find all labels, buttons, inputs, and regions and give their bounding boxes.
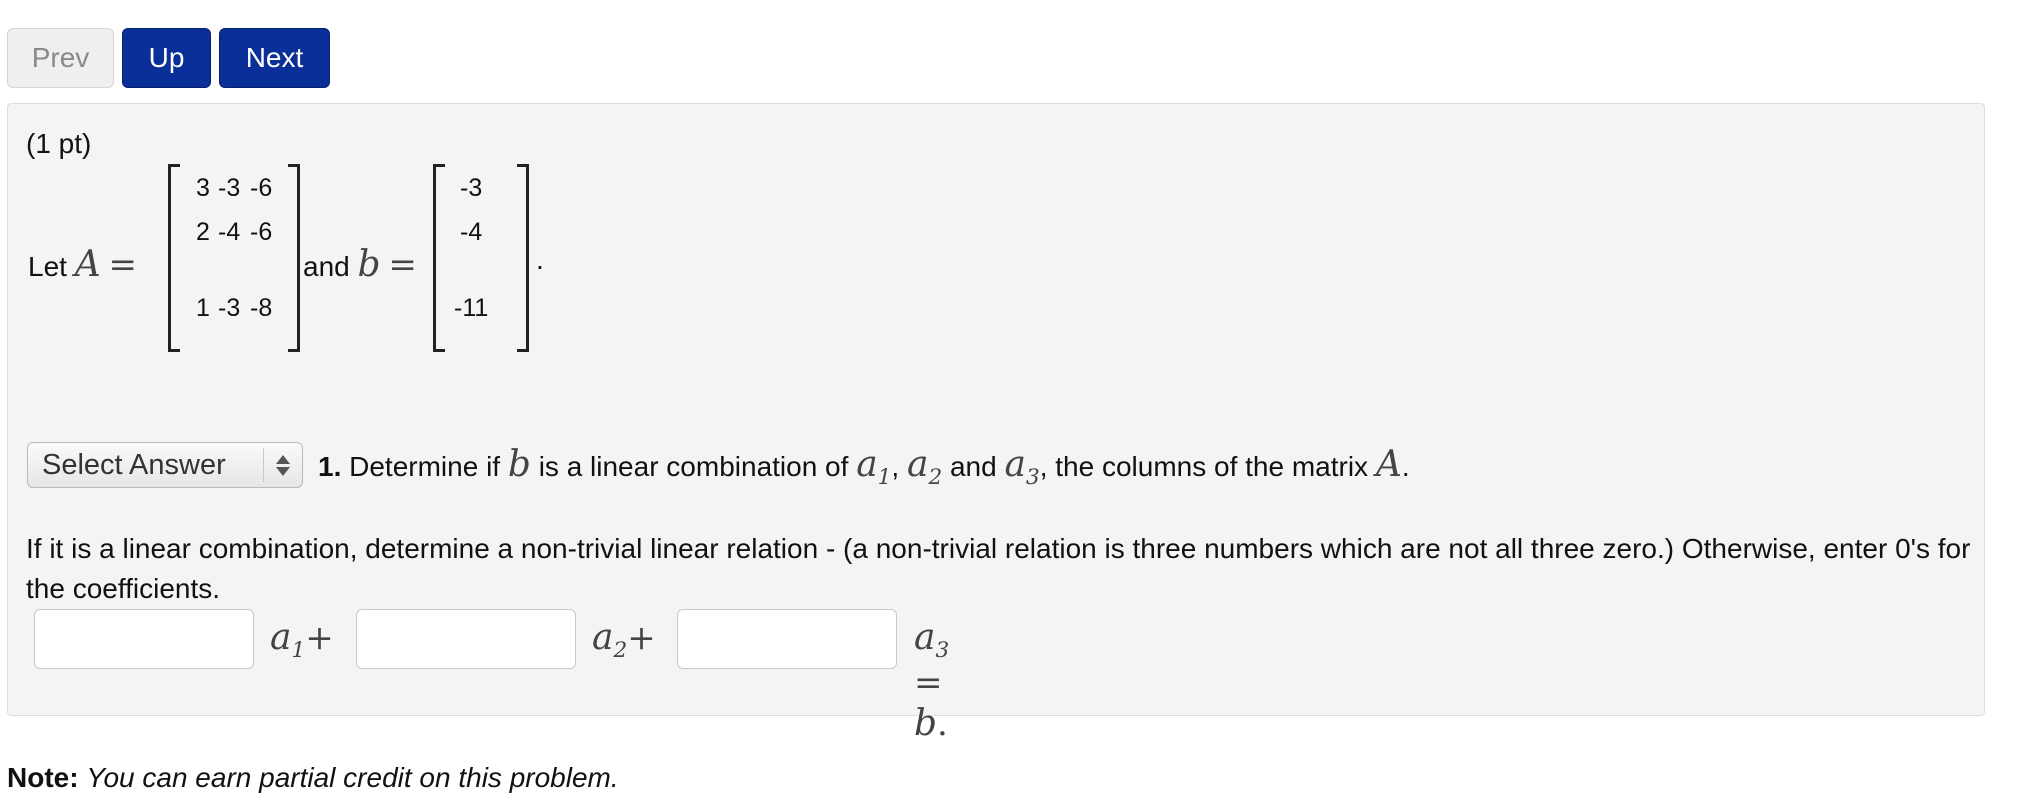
caret-up-icon xyxy=(276,454,290,464)
let-text: Let xyxy=(28,251,67,282)
a1-symbol: a1 xyxy=(856,444,892,491)
a3-symbol: a3 xyxy=(1004,444,1040,491)
note-label: Note: xyxy=(7,762,79,793)
right-bracket xyxy=(517,164,529,352)
matrix-a-cell: 2 xyxy=(196,218,210,246)
select-arrows-icon xyxy=(264,454,302,476)
coefficient-3-input[interactable] xyxy=(677,609,897,669)
problem-points: (1 pt) xyxy=(26,128,92,159)
vector-b-symbol: b xyxy=(357,244,381,285)
matrix-a: 3 -3 -6 2 -4 -6 1 -3 -8 xyxy=(168,164,300,352)
problem-panel: (1 pt) Let A = 3 -3 -6 2 -4 -6 1 -3 -8 a… xyxy=(7,103,1985,744)
vector-b-symbol: b xyxy=(507,444,531,485)
a1-term: a1+ xyxy=(270,617,334,664)
matrix-a-cell: -8 xyxy=(250,294,273,322)
right-bracket xyxy=(288,164,300,352)
note-text: You can earn partial credit on this prob… xyxy=(86,762,619,793)
matrix-a-symbol: A xyxy=(74,244,101,285)
a3-term: a3 = b. xyxy=(914,617,950,745)
vector-b-cell: -11 xyxy=(454,294,489,322)
vector-b: -3 -4 -11 xyxy=(433,164,529,352)
matrix-a-cell: -3 xyxy=(218,174,241,202)
a2-term: a2+ xyxy=(592,617,656,664)
matrix-a-cell: -4 xyxy=(218,218,241,246)
up-button[interactable]: Up xyxy=(122,28,211,88)
period: . xyxy=(536,244,544,275)
next-button[interactable]: Next xyxy=(219,28,330,88)
question-text: is a linear combination of xyxy=(538,451,849,482)
matrix-a-cell: 1 xyxy=(196,294,210,322)
matrix-a-cell: -6 xyxy=(250,174,273,202)
left-bracket xyxy=(433,164,445,352)
question-number: 1. xyxy=(318,451,342,482)
select-value: Select Answer xyxy=(42,448,226,481)
question-text: and xyxy=(949,451,997,482)
matrix-a-cell: -3 xyxy=(218,294,241,322)
vector-b-cell: -3 xyxy=(460,174,483,202)
and-label: and b = xyxy=(303,244,417,285)
answer-select[interactable]: Select Answer xyxy=(27,442,303,488)
vector-b-cell: -4 xyxy=(460,218,483,246)
instructions: If it is a linear combination, determine… xyxy=(26,533,1971,604)
question-text: Determine if xyxy=(349,451,501,482)
left-bracket xyxy=(168,164,180,352)
question-1: 1. Determine if b is a linear combinatio… xyxy=(318,444,1410,491)
equals-sign: = xyxy=(388,245,417,285)
matrix-a-cell: -6 xyxy=(250,218,273,246)
matrix-a-cell: 3 xyxy=(196,174,210,202)
matrix-a-symbol: A xyxy=(1375,444,1402,485)
note: Note: You can earn partial credit on thi… xyxy=(7,762,619,794)
and-text: and xyxy=(303,251,350,282)
coefficient-1-input[interactable] xyxy=(34,609,254,669)
a2-symbol: a2 xyxy=(906,444,943,491)
coefficient-2-input[interactable] xyxy=(356,609,576,669)
caret-down-icon xyxy=(276,466,290,476)
prev-button[interactable]: Prev xyxy=(7,28,114,88)
question-text: , the columns of the matrix xyxy=(1039,451,1369,482)
let-label: Let A = xyxy=(28,244,137,285)
problem-navigation: Prev Up Next xyxy=(7,28,330,88)
equals-sign: = xyxy=(108,245,138,285)
